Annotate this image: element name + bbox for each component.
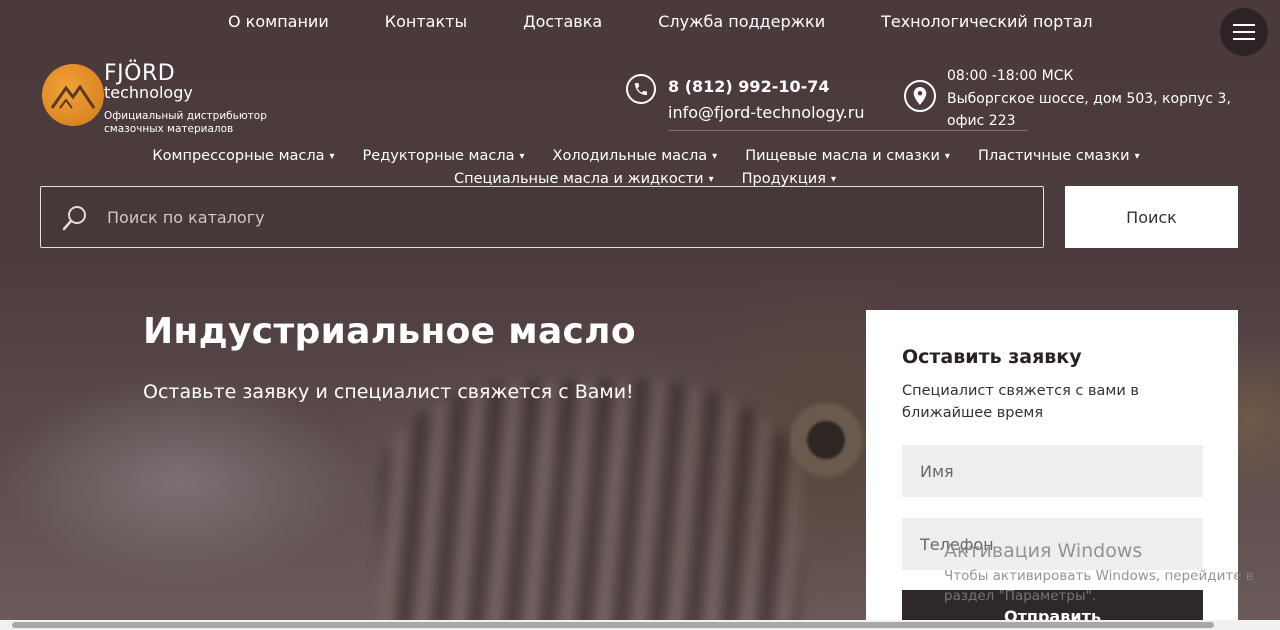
hamburger-menu-button[interactable] <box>1220 8 1268 56</box>
bolt-image <box>790 385 870 495</box>
hero-title: Индустриальное масло <box>143 311 636 352</box>
email-link[interactable]: info@fjord-technology.ru <box>668 100 864 126</box>
phone-number[interactable]: 8 (812) 992-10-74 <box>668 74 864 100</box>
menu-food-grade[interactable]: Пищевые масла и смазки <box>731 148 964 170</box>
location-pin-icon <box>904 80 936 112</box>
phone-icon-wrapper <box>626 74 656 104</box>
name-field[interactable] <box>902 445 1203 497</box>
search-input[interactable] <box>107 201 1007 233</box>
top-nav: О компании Контакты Доставка Служба подд… <box>200 10 1121 33</box>
menu-greases[interactable]: Пластичные смазки <box>964 148 1154 170</box>
form-description: Специалист свяжется с вами в ближайшее в… <box>902 383 1139 421</box>
search-icon <box>61 204 89 236</box>
phone-field[interactable] <box>902 518 1203 570</box>
form-title: Оставить заявку <box>902 346 1082 368</box>
logo-tagline: Официальный дистрибьютор смазочных матер… <box>104 110 267 135</box>
phone-icon <box>626 74 656 104</box>
nav-tech-portal[interactable]: Технологический портал <box>853 10 1121 33</box>
nav-delivery[interactable]: Доставка <box>495 10 630 33</box>
site-logo[interactable]: FJÖRD technology Официальный дистрибьюто… <box>42 62 282 142</box>
scrollbar-thumb[interactable] <box>12 622 1214 628</box>
menu-compressor-oils[interactable]: Компрессорные масла <box>138 148 348 170</box>
hero-subtitle: Оставьте заявку и специалист свяжется с … <box>143 381 634 403</box>
nav-support[interactable]: Служба поддержки <box>630 10 853 33</box>
request-form: Оставить заявку Специалист свяжется с ва… <box>866 310 1238 630</box>
menu-refrigeration-oils[interactable]: Холодильные масла <box>539 148 732 170</box>
nav-about[interactable]: О компании <box>200 10 357 33</box>
search-bar <box>40 186 1044 248</box>
menu-gear-oils[interactable]: Редукторные масла <box>349 148 539 170</box>
hamburger-icon-line <box>1233 31 1255 33</box>
contact-block: 8 (812) 992-10-74 info@fjord-technology.… <box>668 74 864 126</box>
logo-mountain-icon <box>42 64 104 126</box>
address-line-2: офис 223 <box>947 113 1016 129</box>
gears-image <box>380 380 800 630</box>
logo-sub: technology <box>104 83 193 102</box>
address-line-1: Выборгское шоссе, дом 503, корпус 3, <box>947 90 1231 107</box>
address-block: 08:00 -18:00 МСК Выборгское шоссе, дом 5… <box>947 65 1231 133</box>
hamburger-icon-line <box>1233 38 1255 40</box>
nav-contacts[interactable]: Контакты <box>357 10 495 33</box>
hamburger-icon-line <box>1233 24 1255 26</box>
horizontal-scrollbar[interactable] <box>0 620 1280 630</box>
search-button[interactable]: Поиск <box>1065 186 1238 248</box>
working-hours: 08:00 -18:00 МСК <box>947 68 1074 84</box>
